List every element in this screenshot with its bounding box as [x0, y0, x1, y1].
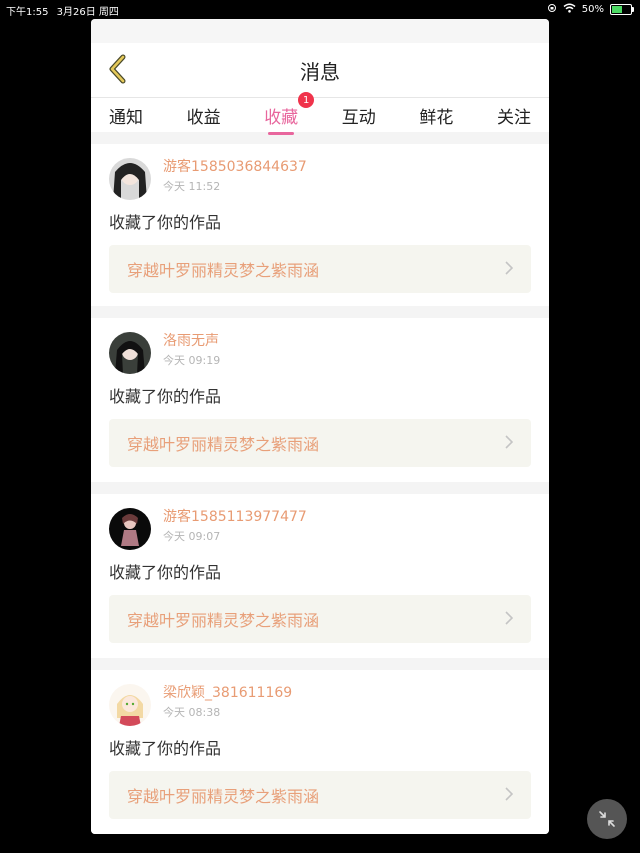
orientation-lock-icon	[547, 3, 557, 16]
user-row: 洛雨无声 今天 09:19	[109, 332, 531, 374]
message-card: 洛雨无声 今天 09:19 收藏了你的作品 穿越叶罗丽精灵梦之紫雨涵	[91, 318, 549, 482]
username[interactable]: 游客1585113977477	[163, 508, 307, 526]
tab-follow[interactable]: 关注	[497, 98, 531, 132]
avatar[interactable]	[109, 158, 151, 200]
timestamp: 今天 09:07	[163, 530, 221, 543]
user-info: 洛雨无声 今天 09:19	[163, 332, 220, 368]
header: 消息	[91, 43, 549, 97]
message-list: 游客1585036844637 今天 11:52 收藏了你的作品 穿越叶罗丽精灵…	[91, 144, 549, 834]
page-title: 消息	[300, 60, 340, 84]
app-window: 消息 通知 收益 收藏 1 互动 鲜花 关注 游客1585036844637 今…	[91, 19, 549, 834]
username[interactable]: 游客1585036844637	[163, 158, 307, 176]
action-text: 收藏了你的作品	[109, 563, 222, 582]
work-title: 穿越叶罗丽精灵梦之紫雨涵	[127, 261, 320, 280]
work-link[interactable]: 穿越叶罗丽精灵梦之紫雨涵	[109, 595, 531, 643]
avatar[interactable]	[109, 332, 151, 374]
avatar[interactable]	[109, 684, 151, 726]
chevron-right-icon	[505, 609, 514, 630]
username[interactable]: 梁欣颖_381611169	[163, 684, 292, 702]
tab-label: 收益	[186, 108, 221, 128]
tab-flowers[interactable]: 鲜花	[419, 98, 453, 132]
timestamp: 今天 08:38	[163, 706, 221, 719]
message-card: 游客1585113977477 今天 09:07 收藏了你的作品 穿越叶罗丽精灵…	[91, 494, 549, 658]
tab-earnings[interactable]: 收益	[187, 98, 221, 132]
unread-badge: 1	[298, 92, 315, 108]
tab-label: 收藏	[264, 108, 299, 128]
work-link[interactable]: 穿越叶罗丽精灵梦之紫雨涵	[109, 245, 531, 293]
message-card: 游客1585036844637 今天 11:52 收藏了你的作品 穿越叶罗丽精灵…	[91, 144, 549, 306]
user-info: 游客1585036844637 今天 11:52	[163, 158, 307, 194]
battery-percent: 50%	[581, 4, 604, 15]
work-title: 穿越叶罗丽精灵梦之紫雨涵	[127, 787, 320, 806]
message-card: 梁欣颖_381611169 今天 08:38 收藏了你的作品 穿越叶罗丽精灵梦之…	[91, 670, 549, 834]
username[interactable]: 洛雨无声	[163, 332, 220, 350]
status-date: 3月26日 周四	[56, 7, 119, 18]
top-strip	[91, 19, 549, 43]
battery-icon	[610, 4, 634, 15]
user-info: 梁欣颖_381611169 今天 08:38	[163, 684, 292, 720]
chevron-right-icon	[505, 433, 514, 454]
status-right: 50%	[547, 3, 634, 16]
action-text: 收藏了你的作品	[109, 387, 222, 406]
work-title: 穿越叶罗丽精灵梦之紫雨涵	[127, 435, 320, 454]
tab-notice[interactable]: 通知	[109, 98, 143, 132]
user-row: 游客1585036844637 今天 11:52	[109, 158, 531, 200]
tab-label: 鲜花	[419, 108, 454, 128]
work-link[interactable]: 穿越叶罗丽精灵梦之紫雨涵	[109, 771, 531, 819]
user-row: 游客1585113977477 今天 09:07	[109, 508, 531, 550]
work-title: 穿越叶罗丽精灵梦之紫雨涵	[127, 611, 320, 630]
active-tab-indicator	[268, 132, 295, 135]
action-text: 收藏了你的作品	[109, 739, 222, 758]
status-time: 下午1:55	[6, 7, 49, 18]
tab-interaction[interactable]: 互动	[342, 98, 376, 132]
chevron-right-icon	[505, 259, 514, 280]
collapse-arrows-icon	[599, 811, 615, 827]
work-link[interactable]: 穿越叶罗丽精灵梦之紫雨涵	[109, 419, 531, 467]
user-info: 游客1585113977477 今天 09:07	[163, 508, 307, 544]
collapse-floating-button[interactable]	[587, 799, 627, 839]
action-text: 收藏了你的作品	[109, 213, 222, 232]
status-bar: 下午1:55 3月26日 周四 50%	[0, 0, 640, 18]
tab-label: 关注	[496, 108, 531, 128]
tab-label: 互动	[341, 108, 376, 128]
avatar[interactable]	[109, 508, 151, 550]
user-row: 梁欣颖_381611169 今天 08:38	[109, 684, 531, 726]
tab-bar: 通知 收益 收藏 1 互动 鲜花 关注	[91, 92, 549, 135]
tab-label: 通知	[109, 108, 143, 128]
wifi-icon	[563, 3, 576, 16]
timestamp: 今天 09:19	[163, 354, 221, 367]
status-left: 下午1:55 3月26日 周四	[6, 3, 124, 18]
chevron-right-icon	[505, 785, 514, 806]
tab-favorites[interactable]: 收藏 1	[264, 92, 315, 135]
timestamp: 今天 11:52	[163, 180, 221, 193]
